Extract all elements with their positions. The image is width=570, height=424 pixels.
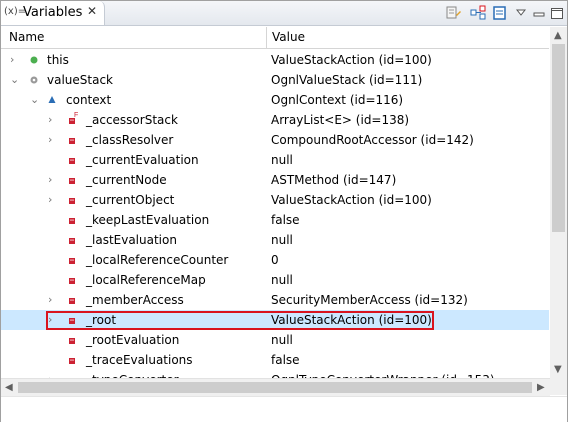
variable-value: SecurityMemberAccess (id=132) <box>271 293 468 307</box>
variable-name: _currentObject <box>86 193 175 207</box>
variable-value: OgnlContext (id=116) <box>271 93 404 107</box>
tree-row-this[interactable]: › this ValueStackAction (id=100) <box>1 50 549 70</box>
red-square-icon <box>67 270 77 290</box>
red-square-icon <box>67 350 77 370</box>
scroll-corner <box>550 378 567 395</box>
close-icon[interactable]: ✕ <box>87 4 97 18</box>
red-square-icon <box>67 150 77 170</box>
show-type-names-icon[interactable] <box>446 5 462 21</box>
tree-row-localreferencemap[interactable]: _localReferenceMap null <box>1 270 549 290</box>
variable-name: _accessorStack <box>86 113 178 127</box>
tree-row-localreferencecounter[interactable]: _localReferenceCounter 0 <box>1 250 549 270</box>
horizontal-scroll-thumb[interactable] <box>18 382 532 393</box>
variable-name: valueStack <box>47 73 113 87</box>
tree-row-context[interactable]: ⌄ context OgnlContext (id=116) <box>1 90 549 110</box>
variable-name: _localReferenceMap <box>86 273 206 287</box>
variable-value: false <box>271 213 300 227</box>
expand-chevron-icon[interactable]: › <box>48 173 52 186</box>
expand-chevron-icon[interactable]: › <box>48 133 52 146</box>
collapse-chevron-icon[interactable]: ⌄ <box>30 93 39 106</box>
variable-name: this <box>47 53 69 67</box>
red-square-icon <box>67 230 77 250</box>
minimize-icon[interactable] <box>531 5 547 21</box>
select-all-icon[interactable] <box>492 5 508 21</box>
collapse-chevron-icon[interactable]: ⌄ <box>10 73 19 86</box>
red-square-icon <box>67 210 77 230</box>
vertical-scroll-thumb[interactable] <box>552 44 565 232</box>
variable-value: ValueStackAction (id=100) <box>271 53 432 67</box>
tree-row-currentobject[interactable]: › _currentObject ValueStackAction (id=100) <box>1 190 549 210</box>
tree-row-currentnode[interactable]: › _currentNode ASTMethod (id=147) <box>1 170 549 190</box>
tree-row-classresolver[interactable]: › _classResolver CompoundRootAccessor (id=… <box>1 130 549 150</box>
green-dot-icon <box>29 50 39 70</box>
collapse-all-icon[interactable] <box>470 5 486 21</box>
column-name-header[interactable]: Name <box>9 30 44 44</box>
variable-value: CompoundRootAccessor (id=142) <box>271 133 474 147</box>
red-square-icon <box>67 290 77 310</box>
red-square-icon <box>67 190 77 210</box>
expand-chevron-icon[interactable]: › <box>48 293 52 306</box>
variable-value: null <box>271 233 293 247</box>
expand-chevron-icon[interactable]: › <box>10 53 14 66</box>
detail-pane <box>1 396 567 422</box>
tree-row-typeconverter[interactable]: ›_typeConverterOgnlTypeConverterWrapper … <box>1 370 549 378</box>
variable-name: _keepLastEvaluation <box>86 213 210 227</box>
red-square-final-icon: F <box>67 110 78 130</box>
variable-name: _memberAccess <box>86 293 184 307</box>
maximize-icon[interactable] <box>549 5 565 21</box>
scroll-right-icon[interactable]: ▶ <box>537 382 545 393</box>
variable-name: context <box>66 93 112 107</box>
blue-triangle-icon <box>47 90 57 110</box>
variable-name: _classResolver <box>86 133 174 147</box>
variable-name: _localReferenceCounter <box>86 253 229 267</box>
variable-value: null <box>271 153 293 167</box>
red-square-icon <box>67 370 77 378</box>
expand-chevron-icon[interactable]: › <box>48 193 52 206</box>
column-header: Name Value <box>1 27 549 49</box>
tree-row-currentevaluation[interactable]: _currentEvaluation null <box>1 150 549 170</box>
variable-name: _rootEvaluation <box>86 333 180 347</box>
tree-row-accessorstack[interactable]: › F _accessorStack ArrayList<E> (id=138) <box>1 110 549 130</box>
scroll-left-icon[interactable]: ◀ <box>5 382 13 393</box>
variable-value: ASTMethod (id=147) <box>271 173 397 187</box>
variable-value: ArrayList<E> (id=138) <box>271 113 410 127</box>
variable-value: null <box>271 333 293 347</box>
vertical-scrollbar[interactable]: ▲ ▼ <box>550 27 567 378</box>
variable-name: _traceEvaluations <box>86 353 193 367</box>
variable-name: _currentEvaluation <box>86 153 199 167</box>
scroll-up-icon[interactable]: ▲ <box>554 30 562 41</box>
variable-name: _currentNode <box>86 173 167 187</box>
horizontal-scrollbar[interactable]: ◀ ▶ <box>1 378 550 396</box>
svg-text:F: F <box>74 112 78 119</box>
grey-dot-icon <box>29 70 39 90</box>
variable-value: null <box>271 273 293 287</box>
variable-value: OgnlValueStack (id=111) <box>271 73 423 87</box>
tab-title: Variables <box>23 5 83 20</box>
tree-row-valuestack[interactable]: ⌄ valueStack OgnlValueStack (id=111) <box>1 70 549 90</box>
column-divider[interactable] <box>266 27 267 48</box>
tree-row-keeplastevaluation[interactable]: _keepLastEvaluation false <box>1 210 549 230</box>
tree-row-lastevaluation[interactable]: _lastEvaluation null <box>1 230 549 250</box>
red-square-icon <box>67 170 77 190</box>
expand-chevron-icon[interactable]: › <box>48 113 52 126</box>
scroll-down-icon[interactable]: ▼ <box>554 364 562 375</box>
tab-bar: (x)= Variables ✕ <box>1 1 567 26</box>
variable-name: _lastEvaluation <box>86 233 177 247</box>
red-square-icon <box>67 330 77 350</box>
tree-row-traceevaluations[interactable]: _traceEvaluations false <box>1 350 549 370</box>
tree-row-memberaccess[interactable]: › _memberAccess SecurityMemberAccess (id=1… <box>1 290 549 310</box>
root-highlight-box <box>46 311 434 330</box>
variable-value: ValueStackAction (id=100) <box>271 193 432 207</box>
red-square-icon <box>67 130 77 150</box>
variable-value: 0 <box>271 253 279 267</box>
red-square-icon <box>67 250 77 270</box>
tree-row-rootevaluation[interactable]: _rootEvaluation null <box>1 330 549 350</box>
view-menu-icon[interactable] <box>513 5 529 21</box>
tab-variables[interactable]: (x)= Variables ✕ <box>1 1 105 25</box>
column-value-header[interactable]: Value <box>272 30 305 44</box>
variables-view: (x)= Variables ✕ Name Value › this Value… <box>0 0 568 422</box>
variable-value: false <box>271 353 300 367</box>
